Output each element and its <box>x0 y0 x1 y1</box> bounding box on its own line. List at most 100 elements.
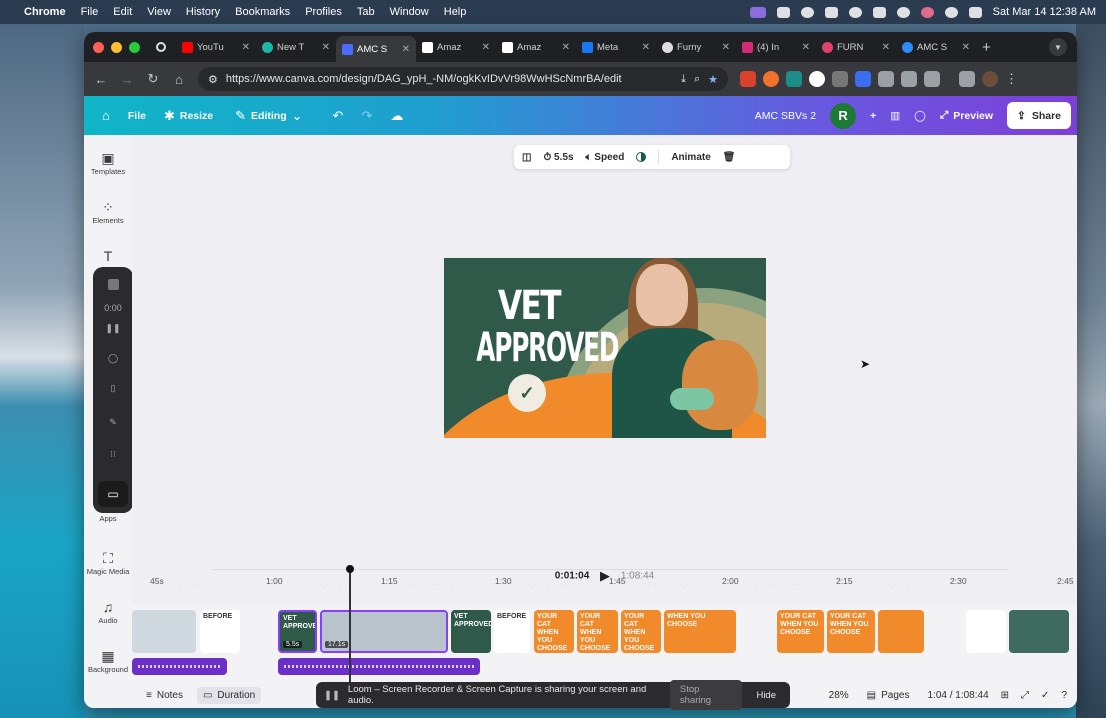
wifi-icon[interactable] <box>896 6 910 18</box>
close-window-button[interactable] <box>93 41 104 53</box>
timeline-clip[interactable] <box>966 610 1006 653</box>
music-icon[interactable] <box>872 6 886 18</box>
maximize-window-button[interactable] <box>129 41 140 53</box>
design-headline[interactable]: VET APPROVED <box>444 286 619 368</box>
tab-new-tab[interactable]: New T ✕ <box>256 36 336 58</box>
pause-icon[interactable]: ❚❚ <box>93 323 133 334</box>
sidebar-item-text[interactable]: T <box>84 247 132 265</box>
home-button[interactable]: ⌂ <box>102 108 110 123</box>
home-icon[interactable]: ⌂ <box>166 72 192 87</box>
tab-instagram[interactable]: (4) In ✕ <box>736 36 816 58</box>
pages-button[interactable]: ▤ Pages <box>861 687 916 704</box>
design-page-canvas[interactable]: VET APPROVED ✓ <box>444 258 766 438</box>
sidebar-item-background[interactable]: ▦ Background <box>84 647 132 674</box>
cloud-save-button[interactable]: ☁ <box>390 108 403 124</box>
menu-file[interactable]: File <box>81 6 99 18</box>
search-icon[interactable] <box>944 6 958 18</box>
tab-amazon-1[interactable]: Amaz ✕ <box>416 36 496 58</box>
close-tab-icon[interactable]: ✕ <box>562 42 570 53</box>
document-icon[interactable] <box>824 6 838 18</box>
extension-blue-icon[interactable] <box>855 71 871 87</box>
redo-button[interactable]: ↷ <box>361 108 372 124</box>
timeline-clip[interactable]: YOUR CAT WHEN YOU CHOOSE <box>577 610 618 653</box>
download-icon[interactable]: ⤓ <box>681 73 686 86</box>
refresh-extension-icon[interactable] <box>901 71 917 87</box>
close-tab-icon[interactable]: ✕ <box>642 42 650 53</box>
close-tab-icon[interactable]: ✕ <box>802 42 810 53</box>
menu-window[interactable]: Window <box>390 6 429 18</box>
timeline-clip[interactable] <box>1009 610 1069 653</box>
forward-arrow-icon[interactable]: → <box>114 72 140 87</box>
reload-icon[interactable]: ↻ <box>140 71 166 87</box>
timeline-clip[interactable] <box>132 610 196 653</box>
back-arrow-icon[interactable]: ← <box>88 72 114 87</box>
close-tab-icon[interactable]: ✕ <box>402 44 410 55</box>
sidebar-item-audio[interactable]: ♫ Audio <box>84 598 132 625</box>
downloads-icon[interactable] <box>959 71 975 87</box>
transparency-icon[interactable] <box>636 152 647 162</box>
timeline-clip[interactable]: BEFORE <box>200 610 240 653</box>
profile-icon[interactable] <box>920 6 934 18</box>
moon-icon[interactable] <box>848 6 862 18</box>
url-text[interactable]: https://www.canva.com/design/DAG_ypH_-NM… <box>226 73 673 85</box>
sidebar-item-apps[interactable]: Apps <box>84 514 132 523</box>
tab-meta[interactable]: Meta ✕ <box>576 36 656 58</box>
bookmark-star-icon[interactable]: ★ <box>708 73 718 86</box>
drag-handle-icon[interactable]: ⁝⁝ <box>93 449 133 460</box>
animate-button[interactable]: Animate <box>671 152 710 163</box>
record-icon[interactable] <box>156 42 166 52</box>
menu-profiles[interactable]: Profiles <box>305 6 342 18</box>
menu-bookmarks[interactable]: Bookmarks <box>235 6 290 18</box>
timeline-clip[interactable]: WHEN YOU CHOOSE <box>664 610 736 653</box>
timeline-clip[interactable]: YOUR CAT WHEN YOU CHOOSE <box>621 610 661 653</box>
tab-search-chevron-icon[interactable]: ▼ <box>1049 38 1067 56</box>
help-icon[interactable]: ? <box>1061 690 1067 701</box>
a-icon[interactable] <box>776 6 790 18</box>
timeline-ruler[interactable]: 45s ······· 1:00 ········· 1:15 ········… <box>132 569 1077 589</box>
control-center-icon[interactable] <box>968 6 982 18</box>
zoom-icon[interactable]: ⌕ <box>694 73 700 86</box>
menu-help[interactable]: Help <box>444 6 467 18</box>
chrome-menu-icon[interactable]: ⋮ <box>1005 71 1018 87</box>
profile-avatar[interactable] <box>982 71 998 87</box>
restart-icon[interactable]: ◯ <box>93 353 133 364</box>
zoom-level[interactable]: 28% <box>829 690 849 701</box>
timeline-clip[interactable]: VET APPROVED <box>451 610 491 653</box>
delete-trash-icon[interactable]: 🗑︎ <box>723 152 736 163</box>
stop-sharing-button[interactable]: Stop sharing <box>669 680 743 710</box>
grid-view-icon[interactable]: ⊞ <box>1001 690 1009 701</box>
menu-history[interactable]: History <box>186 6 220 18</box>
camera-toggle-button[interactable]: ▭ <box>93 481 133 507</box>
extension-red-icon[interactable] <box>740 71 756 87</box>
hide-button[interactable]: Hide <box>756 690 776 701</box>
timeline-clip[interactable]: YOUR CAT WHEN YOU CHOOSE <box>827 610 875 653</box>
timeline-playhead[interactable] <box>346 565 354 687</box>
comment-icon[interactable]: ◯ <box>914 110 926 122</box>
sidebar-item-magic-media[interactable]: ⛶ Magic Media <box>84 549 132 576</box>
sidebar-item-templates[interactable]: ▣ Templates <box>84 149 132 176</box>
duration-button[interactable]: ⏱ 5.5s <box>543 152 573 163</box>
speed-button[interactable]: 🔈︎ Speed <box>586 152 625 163</box>
menu-tab[interactable]: Tab <box>357 6 375 18</box>
minimize-window-button[interactable] <box>111 41 122 53</box>
tab-canva-active[interactable]: AMC S ✕ <box>336 36 416 62</box>
timeline-clip[interactable]: YOUR CAT WHEN YOU CHOOSE <box>777 610 824 653</box>
timeline-clip[interactable]: BEFORE <box>494 610 530 653</box>
resize-button[interactable]: ✱ Resize <box>164 108 213 124</box>
timeline-clip[interactable]: 17.1s <box>320 610 448 653</box>
timeline-clip[interactable]: YOUR CAT WHEN YOU CHOOSE <box>534 610 574 653</box>
extension-teal-icon[interactable] <box>786 71 802 87</box>
check-icon[interactable]: ✓ <box>1041 690 1049 701</box>
timeline-clip[interactable] <box>878 610 924 653</box>
close-tab-icon[interactable]: ✕ <box>882 42 890 53</box>
menu-edit[interactable]: Edit <box>113 6 132 18</box>
draw-icon[interactable]: ✎ <box>93 417 133 428</box>
camera-extension-icon[interactable] <box>832 71 848 87</box>
grid-extension-icon[interactable] <box>878 71 894 87</box>
fullscreen-icon[interactable]: ⤢ <box>1021 690 1029 701</box>
extension-orange-icon[interactable] <box>763 71 779 87</box>
stop-recording-button[interactable] <box>93 279 133 290</box>
puzzle-extensions-icon[interactable] <box>924 71 940 87</box>
share-button[interactable]: ⇪ Share <box>1007 102 1071 129</box>
timeline-clip-selected[interactable]: VET APPROVED 5.5s <box>278 610 317 653</box>
